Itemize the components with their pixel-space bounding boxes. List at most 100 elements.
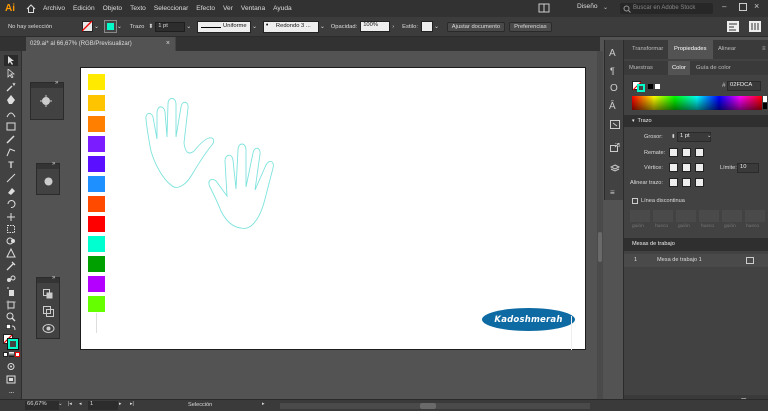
bevel-join-icon[interactable] — [695, 163, 704, 172]
menu-efecto[interactable]: Efecto — [196, 5, 215, 12]
shape-builder-tool-icon[interactable] — [4, 235, 18, 246]
fill-swatch[interactable] — [82, 21, 93, 32]
tab-color[interactable]: Color — [668, 61, 690, 75]
color-swatch[interactable] — [88, 256, 105, 272]
signature-logo[interactable]: Kadoshmerah — [482, 308, 575, 331]
stroke-swatch[interactable] — [103, 20, 117, 33]
limit-field[interactable]: 10 — [737, 163, 759, 173]
opentype-icon[interactable]: O — [610, 83, 618, 94]
gradient-mode-icon[interactable] — [9, 352, 14, 357]
stroke-label[interactable]: Trazo — [130, 24, 145, 30]
dash-field[interactable] — [630, 210, 650, 222]
transparency-icon[interactable] — [610, 120, 620, 131]
tab-transformar[interactable]: Transformar — [626, 40, 669, 59]
vertical-scrollbar[interactable] — [597, 51, 603, 399]
selection-tool-icon[interactable] — [4, 55, 18, 66]
prev-page-icon[interactable]: ◂ — [79, 401, 82, 407]
adjust-document-button[interactable]: Ajustar documento — [446, 21, 506, 32]
rectangle-tool-icon[interactable] — [4, 121, 18, 132]
menu-archivo[interactable]: Archivo — [43, 5, 65, 12]
layers-stack-icon[interactable] — [609, 164, 621, 175]
close-tab-icon[interactable]: × — [166, 37, 170, 51]
status-menu-icon[interactable]: ▸ — [262, 401, 265, 407]
symbol-sprayer-tool-icon[interactable] — [4, 286, 18, 297]
artboards-section-header[interactable]: Mesas de trabajo — [624, 238, 768, 251]
tab-guia-color[interactable]: Guía de color — [690, 61, 737, 75]
color-spectrum[interactable] — [632, 96, 762, 110]
hex-input[interactable]: 02FDCA — [727, 81, 761, 91]
export-icon[interactable] — [610, 142, 620, 154]
stroke-color-icon[interactable] — [7, 338, 19, 350]
color-swatch[interactable] — [88, 216, 105, 232]
first-page-icon[interactable]: |◂ — [68, 401, 72, 407]
chevron-down-icon[interactable]: ⌄ — [252, 24, 257, 30]
miter-join-icon[interactable] — [669, 163, 678, 172]
maximize-icon[interactable] — [739, 3, 747, 13]
artboard-tool-icon[interactable] — [4, 299, 18, 310]
chevron-down-icon[interactable]: ⌄ — [58, 401, 63, 407]
opacity-label[interactable]: Opacidad: — [331, 24, 357, 30]
panel-menu-icon[interactable]: ≡ — [762, 46, 766, 52]
round-join-icon[interactable] — [682, 163, 691, 172]
more-tools-icon[interactable]: ··· — [4, 387, 18, 398]
menu-seleccionar[interactable]: Seleccionar — [154, 5, 188, 12]
menu-objeto[interactable]: Objeto — [103, 5, 122, 12]
zoom-tool-icon[interactable] — [4, 311, 18, 322]
scroll-thumb[interactable] — [598, 232, 602, 262]
rotate-tool-icon[interactable] — [4, 198, 18, 209]
scroll-thumb[interactable] — [420, 403, 436, 409]
align-outside-icon[interactable] — [695, 178, 704, 187]
symbols-icon[interactable] — [39, 94, 53, 110]
color-swatch[interactable] — [88, 156, 105, 172]
color-mode-icon[interactable] — [3, 352, 8, 357]
color-swatch[interactable] — [88, 236, 105, 252]
swap-colors-icon[interactable] — [4, 323, 18, 334]
tab-muestras[interactable]: Muestras — [624, 61, 658, 75]
align-icon[interactable] — [727, 21, 739, 34]
weight-field[interactable]: 1 pt — [677, 132, 711, 142]
tab-propiedades[interactable]: Propiedades — [668, 40, 713, 59]
color-swatch[interactable] — [88, 136, 105, 152]
draw-mode-icon[interactable] — [4, 361, 18, 372]
chevron-right-icon[interactable]: › — [392, 24, 394, 30]
artboard-row[interactable]: 1 Mesa de trabajo 1 — [624, 254, 768, 267]
stroke-weight-field[interactable]: 1 pt — [155, 21, 186, 32]
dash-field[interactable] — [722, 210, 742, 222]
menu-ventana[interactable]: Ventana — [241, 5, 265, 12]
close-icon[interactable]: × — [754, 1, 759, 11]
perspective-grid-tool-icon[interactable] — [4, 247, 18, 258]
stroke-color-icon[interactable] — [637, 84, 645, 92]
screen-mode-icon[interactable] — [4, 374, 18, 385]
opacity-field[interactable]: 100% — [360, 21, 391, 32]
chevron-down-icon[interactable]: ⌄ — [603, 4, 608, 11]
arrange-docs-icon[interactable] — [538, 3, 552, 15]
menu-ver[interactable]: Ver — [223, 5, 233, 12]
zoom-field[interactable]: 66,67% — [25, 401, 59, 410]
artboards-icon[interactable] — [43, 306, 54, 319]
dash-field[interactable] — [676, 210, 696, 222]
projecting-cap-icon[interactable] — [695, 148, 704, 157]
paintbrush-tool-icon[interactable] — [4, 133, 18, 144]
hands-illustration[interactable] — [141, 93, 301, 238]
black-swatch[interactable] — [648, 84, 653, 89]
appearance-icon[interactable] — [42, 323, 55, 336]
panel-header[interactable]: » — [31, 80, 63, 88]
chevron-down-icon[interactable]: ⌄ — [186, 24, 191, 30]
direct-selection-tool-icon[interactable] — [4, 68, 18, 79]
line-tool-icon[interactable] — [4, 172, 18, 183]
menu-ayuda[interactable]: Ayuda — [273, 5, 292, 12]
menu-edicion[interactable]: Edición — [73, 5, 95, 12]
color-swatch[interactable] — [88, 95, 105, 111]
menu-icon[interactable]: ≡ — [610, 188, 615, 197]
color-swatch[interactable] — [88, 176, 105, 192]
layers-icon[interactable] — [43, 289, 54, 301]
minimize-icon[interactable]: – — [722, 2, 726, 11]
home-icon[interactable] — [25, 3, 37, 15]
gap-field[interactable] — [699, 210, 719, 222]
color-swatch[interactable] — [88, 74, 105, 90]
preferences-button[interactable]: Preferencias — [509, 21, 552, 32]
brush-select[interactable]: • Redondo 3 ... — [262, 20, 319, 33]
black-chip[interactable] — [763, 103, 767, 109]
chevron-down-icon[interactable]: ⌄ — [94, 24, 99, 30]
brush-definition-icon[interactable] — [42, 175, 55, 190]
